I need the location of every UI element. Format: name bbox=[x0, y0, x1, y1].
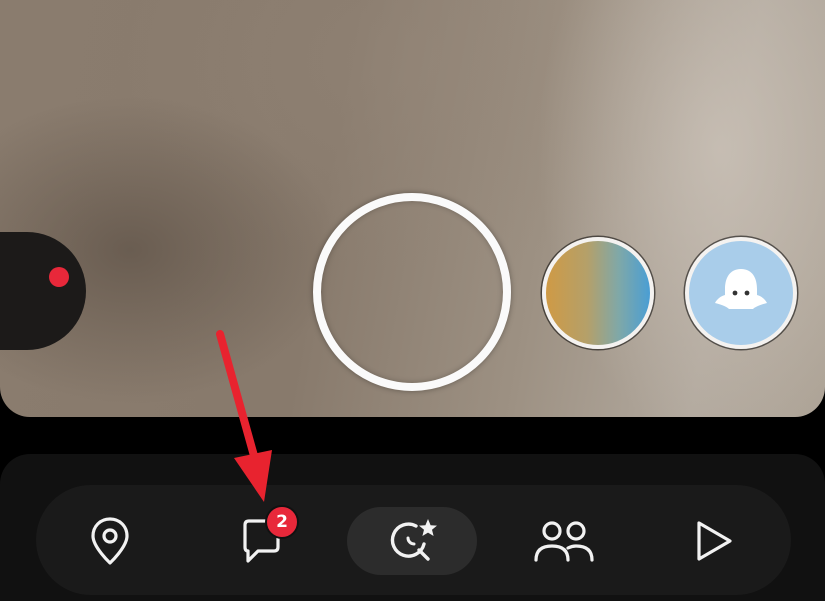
lens-ghost[interactable] bbox=[685, 237, 797, 349]
lens-gradient[interactable] bbox=[542, 237, 654, 349]
map-pin-icon[interactable] bbox=[88, 515, 132, 567]
memories-notification-dot bbox=[49, 267, 69, 287]
friends-icon[interactable] bbox=[532, 518, 596, 564]
chat-unread-badge: 2 bbox=[265, 505, 299, 539]
capture-button[interactable] bbox=[313, 193, 511, 391]
play-icon[interactable] bbox=[692, 518, 736, 564]
ghost-icon bbox=[715, 269, 767, 309]
spotlight-search-icon[interactable] bbox=[386, 516, 440, 568]
annotation-arrow bbox=[216, 330, 272, 502]
